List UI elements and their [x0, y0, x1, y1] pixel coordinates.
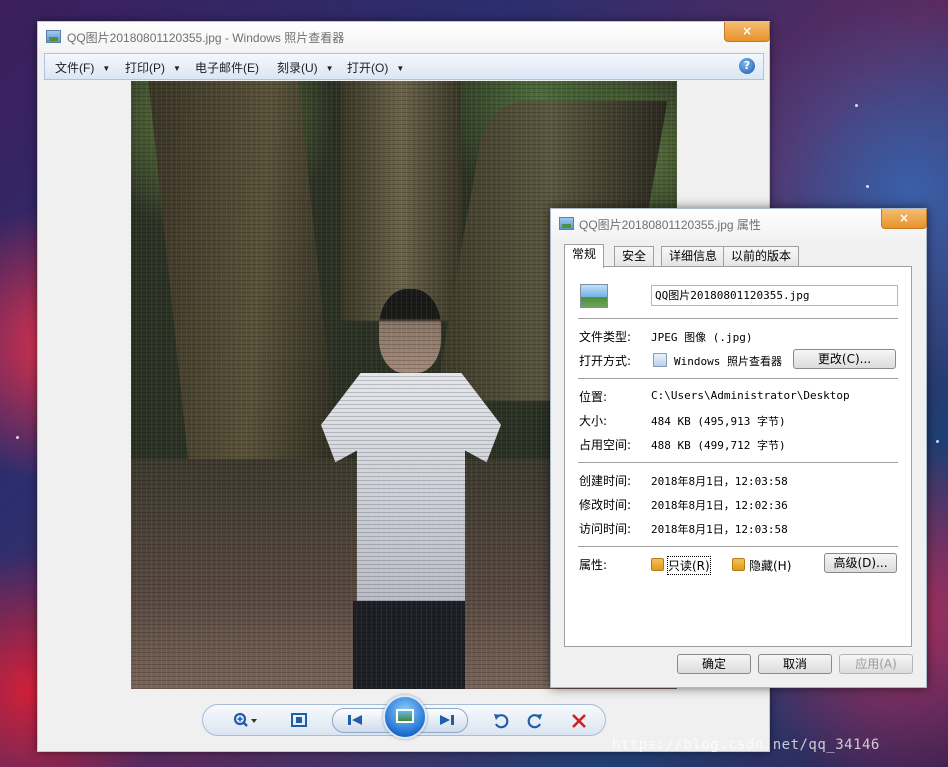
- size-label: 大小:: [579, 414, 608, 428]
- rotate-counterclockwise-icon[interactable]: [491, 712, 511, 730]
- tab-previous-versions[interactable]: 以前的版本: [723, 246, 800, 267]
- chevron-down-icon: ▼: [102, 64, 111, 73]
- readonly-checkbox-label[interactable]: 只读(R): [667, 556, 711, 575]
- menu-file[interactable]: 文件(F) ▼: [55, 59, 110, 75]
- viewer-toolbar: [202, 695, 606, 739]
- menu-open-label: 打开(O): [347, 61, 389, 75]
- apply-button[interactable]: 应用(A): [839, 654, 913, 674]
- viewer-titlebar[interactable]: QQ图片20180801120355.jpg - Windows 照片查看器 ×: [38, 22, 770, 51]
- tab-details[interactable]: 详细信息: [661, 246, 726, 267]
- menu-burn-label: 刻录(U): [277, 61, 318, 75]
- help-icon[interactable]: ?: [739, 58, 755, 74]
- delete-x-icon[interactable]: [569, 712, 589, 730]
- ok-button[interactable]: 确定: [677, 654, 751, 674]
- opens-with-value: Windows 照片查看器: [674, 355, 782, 368]
- menu-print-label: 打印(P): [125, 61, 165, 75]
- attributes-label: 属性:: [579, 558, 608, 572]
- tab-general[interactable]: 常规: [564, 244, 605, 268]
- desktop-sparkle: [855, 104, 858, 107]
- created-label: 创建时间:: [579, 474, 632, 488]
- size-value: 484 KB (495,913 字节): [651, 415, 786, 428]
- change-button[interactable]: 更改(C)...: [793, 349, 896, 369]
- properties-close-button[interactable]: ×: [881, 209, 927, 229]
- created-value: 2018年8月1日，12:03:58: [651, 475, 788, 488]
- modified-label: 修改时间:: [579, 498, 632, 512]
- watermark-text: https://blog.csdn.net/qq_34146: [612, 737, 880, 753]
- file-properties-dialog: QQ图片20180801120355.jpg 属性 × 常规 安全 详细信息 以…: [550, 208, 927, 688]
- menu-burn[interactable]: 刻录(U) ▼: [277, 59, 334, 75]
- fit-window-icon[interactable]: [289, 712, 309, 730]
- viewer-window-title: QQ图片20180801120355.jpg - Windows 照片查看器: [67, 31, 345, 45]
- advanced-button[interactable]: 高级(D)...: [824, 553, 897, 573]
- location-label: 位置:: [579, 390, 608, 404]
- size-on-disk-value: 488 KB (499,712 字节): [651, 439, 786, 452]
- menu-email-label: 电子邮件(E): [195, 61, 259, 75]
- menu-open[interactable]: 打开(O) ▼: [347, 59, 404, 75]
- cancel-button[interactable]: 取消: [758, 654, 832, 674]
- desktop-sparkle: [866, 185, 869, 188]
- hidden-checkbox-label[interactable]: 隐藏(H): [749, 557, 791, 574]
- hidden-checkbox[interactable]: [732, 558, 745, 571]
- readonly-checkbox[interactable]: [651, 558, 664, 571]
- photo-viewer-app-icon: [46, 30, 61, 43]
- slideshow-icon[interactable]: [383, 695, 427, 739]
- location-value: C:\Users\Administrator\Desktop: [651, 389, 850, 402]
- rotate-clockwise-icon[interactable]: [525, 712, 545, 730]
- skip-next-icon[interactable]: [437, 712, 457, 730]
- menu-email[interactable]: 电子邮件(E): [195, 59, 259, 75]
- divider: [578, 462, 898, 463]
- image-file-icon: [580, 284, 608, 308]
- properties-file-icon: [559, 217, 574, 230]
- skip-previous-icon[interactable]: [345, 712, 365, 730]
- menu-file-label: 文件(F): [55, 61, 95, 75]
- file-type-value: JPEG 图像 (.jpg): [651, 331, 753, 344]
- photo-viewer-app-icon: [653, 353, 667, 367]
- accessed-value: 2018年8月1日，12:03:58: [651, 523, 788, 536]
- properties-window-title: QQ图片20180801120355.jpg 属性: [579, 218, 761, 232]
- opens-with-label: 打开方式:: [579, 354, 632, 368]
- chevron-down-icon: ▼: [173, 64, 181, 73]
- divider: [578, 546, 898, 547]
- menu-print[interactable]: 打印(P) ▼: [125, 59, 181, 75]
- viewer-close-button[interactable]: ×: [724, 22, 770, 42]
- chevron-down-icon: ▼: [325, 64, 334, 73]
- chevron-down-icon: ▼: [396, 64, 405, 73]
- file-type-label: 文件类型:: [579, 330, 632, 344]
- general-tab-panel: QQ图片20180801120355.jpg 文件类型: JPEG 图像 (.j…: [564, 266, 912, 647]
- viewer-menubar: 文件(F) ▼ 打印(P) ▼ 电子邮件(E) 刻录(U) ▼ 打开(O) ▼ ?: [44, 53, 764, 80]
- size-on-disk-label: 占用空间:: [579, 438, 632, 452]
- tab-security[interactable]: 安全: [614, 246, 655, 267]
- properties-titlebar[interactable]: QQ图片20180801120355.jpg 属性 ×: [551, 209, 927, 239]
- slideshow-picture-glyph: [396, 709, 414, 723]
- magnifier-plus-icon[interactable]: [231, 712, 261, 730]
- desktop-sparkle: [16, 436, 19, 439]
- divider: [578, 378, 898, 379]
- desktop-sparkle: [936, 440, 939, 443]
- modified-value: 2018年8月1日，12:02:36: [651, 499, 788, 512]
- filename-field[interactable]: QQ图片20180801120355.jpg: [651, 285, 898, 306]
- divider: [578, 318, 898, 319]
- accessed-label: 访问时间:: [579, 522, 632, 536]
